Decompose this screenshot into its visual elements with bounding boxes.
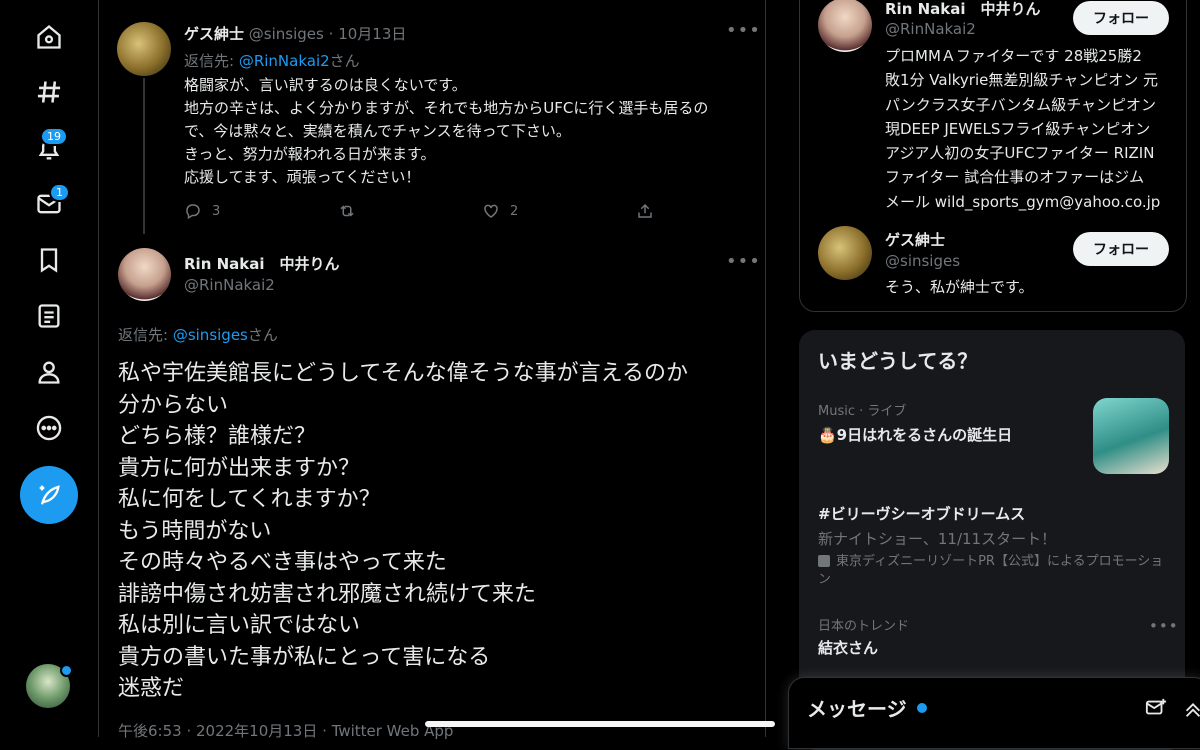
trend-context: Music · ライブ (818, 404, 907, 419)
reply-more-options-icon[interactable]: ••• (726, 20, 761, 41)
lists-icon[interactable] (30, 297, 68, 335)
main-author-avatar[interactable] (118, 248, 171, 301)
bio-line: プロMMＡファイターです 28戦25勝2 (885, 47, 1142, 65)
retweet-action[interactable] (338, 202, 366, 220)
bio-line: ファイター 試合仕事のオファーはジム (885, 168, 1145, 187)
trend-subtitle: 新ナイトショー、11/11スタート！ (818, 530, 1057, 548)
main-more-options-icon[interactable]: ••• (726, 251, 761, 272)
explore-hashtag-icon[interactable] (30, 73, 68, 111)
reply-author-line: ゲス紳士 @sinsiges · 10月13日 (184, 23, 406, 44)
bio-line: パンクラス女子バンタム級チャンピオン (885, 95, 1157, 114)
timeline-left-border (98, 0, 99, 737)
reply-line: きっと、努力が報われる日が来ます。 (184, 145, 436, 163)
reply-author-handle[interactable]: @sinsiges (249, 25, 324, 43)
main-reply-to-prefix: 返信先: (118, 326, 173, 344)
main-author-name[interactable]: Rin Nakai 中井りん (184, 253, 340, 274)
collapse-drawer-chevron-icon[interactable] (1182, 697, 1200, 719)
person-geisu-bio: そう、私が紳士です。 (885, 278, 1034, 296)
trend-more-options-icon[interactable]: ••• (1149, 617, 1179, 635)
main-line: その時々やるべき事はやって来た (118, 550, 447, 575)
reply-line: 格闘家が、言い訳するのは良くないです。 (184, 76, 467, 94)
person-geisu-avatar[interactable] (818, 226, 872, 280)
main-line: 誹謗中傷され妨害され邪魔され続けて来た (118, 581, 537, 607)
reply-author-name[interactable]: ゲス紳士 (184, 25, 244, 43)
main-line: 貴方の書いた事が私にとって害になる (118, 644, 491, 670)
new-message-icon[interactable] (1145, 697, 1167, 719)
like-action[interactable]: 2 (482, 202, 518, 220)
reply-line: 応援してます、頑張ってください！ (184, 168, 421, 186)
timeline-right-border (765, 0, 766, 737)
person-rin-name[interactable]: Rin Nakai 中井りん (885, 0, 1041, 19)
main-line: 私や宇佐美館長にどうしてそんな偉そうな事が言えるのか (118, 361, 689, 386)
main-reply-to-suffix: さん (247, 326, 278, 344)
bio-line: アジア人初の女子UFCファイター RIZIN (885, 144, 1155, 163)
reply-tweet-body: 格闘家が、言い訳するのは良くないです。 地方の辛さは、よく分かりますが、それでも… (184, 74, 708, 189)
follow-geisu-button[interactable]: フォロー (1073, 232, 1169, 266)
trend-title: 🎂9日はれをるさんの誕生日 (818, 426, 1013, 444)
main-tweet-body: 私や宇佐美館長にどうしてそんな偉そうな事が言えるのか 分からない どちら様？誰様… (118, 358, 688, 705)
reply-bubble-icon (186, 204, 200, 220)
heart-icon (484, 204, 498, 218)
notifications-badge: 19 (40, 127, 68, 146)
main-line: 分からない (118, 392, 229, 418)
reply-to-handle-link[interactable]: @RinNakai2 (239, 52, 330, 70)
trend-title: 結衣さん (818, 639, 879, 657)
main-line: 貴方に何が出来ますか？ (118, 455, 361, 481)
main-tweet-timestamp[interactable]: 午後6:53 · 2022年10月13日 · Twitter Web App (118, 720, 453, 741)
main-author-handle[interactable]: @RinNakai2 (184, 276, 275, 294)
account-unread-dot (60, 664, 73, 677)
main-reply-to-line: 返信先: @sinsigesさん (118, 324, 278, 345)
trend-promo-line: 東京ディズニーリゾートPR【公式】によるプロモーション (818, 553, 1168, 589)
trend-context: 日本のトレンド (818, 619, 910, 634)
person-rin-bio: プロMMＡファイターです 28戦25勝2 敗1分 Valkyrie無差別級チャン… (885, 44, 1160, 214)
main-line: 迷惑だ (118, 676, 185, 701)
bio-line: メール wild_sports_gym@yahoo.co.jp (885, 192, 1161, 211)
thread-connector-line (143, 78, 145, 234)
share-action[interactable] (636, 202, 654, 220)
person-rin-handle[interactable]: @RinNakai2 (885, 20, 976, 38)
reply-author-avatar[interactable] (117, 22, 171, 76)
follow-rin-button[interactable]: フォロー (1073, 1, 1169, 35)
profile-icon[interactable] (30, 353, 68, 391)
reply-date[interactable]: 10月13日 (338, 25, 406, 43)
reply-line: で、今は黙々と、実績を積んでチャンスを待って下さい。 (184, 122, 571, 140)
messages-title[interactable]: メッセージ (807, 693, 907, 722)
person-geisu-name[interactable]: ゲス紳士 (885, 229, 945, 250)
home-indicator-bar (425, 721, 775, 727)
main-reply-to-handle-link[interactable]: @sinsiges (173, 326, 248, 344)
person-geisu-handle[interactable]: @sinsiges (885, 252, 960, 270)
bio-line: 現DEEP JEWELSフライ級チャンピオン (885, 119, 1151, 138)
feather-quill-icon (39, 485, 60, 505)
main-line: 私に何をしてくれますか？ (118, 487, 381, 512)
more-circle-icon[interactable] (30, 409, 68, 447)
trend-promo-text: 東京ディズニーリゾートPR【公式】によるプロモーション (818, 554, 1164, 587)
reply-separator: · (328, 25, 334, 43)
main-line: どちら様？誰様だ？ (118, 424, 317, 449)
messages-unread-dot (917, 703, 927, 713)
reply-count: 3 (212, 203, 221, 219)
reply-action[interactable]: 3 (184, 202, 220, 220)
trend-thumbnail-image (1093, 398, 1169, 474)
person-rin-avatar[interactable] (818, 0, 872, 52)
promoted-icon (818, 555, 830, 567)
reply-to-prefix: 返信先: (184, 52, 239, 70)
reply-line: 地方の辛さは、よく分かりますが、それでも地方からUFCに行く選手も居るの (184, 99, 709, 117)
like-count: 2 (510, 203, 519, 219)
share-upload-icon (638, 203, 652, 218)
bookmark-icon[interactable] (30, 241, 68, 279)
main-line: もう時間がない (118, 518, 272, 544)
messages-badge: 1 (49, 183, 70, 202)
retweet-icon (340, 205, 354, 217)
home-icon[interactable] (30, 18, 68, 56)
trend-title: #ビリーヴシーオブドリームス (818, 505, 1026, 523)
bio-line: 敗1分 Valkyrie無差別級チャンピオン 元 (885, 71, 1158, 90)
main-line: 私は別に言い訳ではない (118, 613, 361, 638)
reply-to-line: 返信先: @RinNakai2さん (184, 50, 360, 71)
reply-to-suffix: さん (329, 52, 360, 70)
trends-title: いまどうしてる？ (818, 349, 978, 373)
compose-tweet-button[interactable] (20, 466, 78, 524)
